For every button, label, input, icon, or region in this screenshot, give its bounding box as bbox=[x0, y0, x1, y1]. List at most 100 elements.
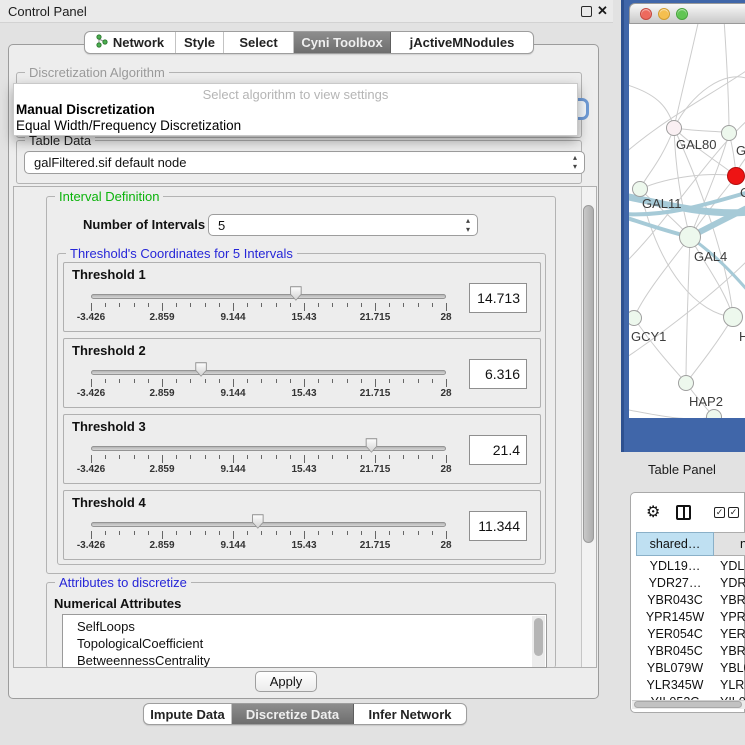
network-canvas[interactable]: GAL80GCGAL11GAL4GCY1HHAP2 bbox=[629, 24, 745, 418]
algorithm-option[interactable]: Manual Discretization bbox=[16, 102, 155, 117]
threshold-label: Threshold 4 bbox=[72, 495, 146, 510]
table-row[interactable]: YBL079WYBL0 bbox=[636, 661, 745, 678]
close-traffic-light-icon[interactable] bbox=[640, 8, 652, 20]
tab-label: Impute Data bbox=[150, 707, 224, 722]
gal11-node[interactable] bbox=[632, 181, 648, 197]
slider-tick-label: 2.859 bbox=[149, 540, 174, 551]
threshold-value-field[interactable]: 14.713 bbox=[469, 283, 527, 313]
slider-tick bbox=[119, 379, 120, 383]
slider-tick bbox=[176, 303, 177, 307]
slider-tick bbox=[105, 455, 106, 459]
table-cell: YDR27… bbox=[636, 576, 714, 590]
slider-tick bbox=[276, 379, 277, 383]
slider-tick bbox=[148, 303, 149, 307]
node-label: GAL80 bbox=[676, 137, 716, 152]
table-row[interactable]: YDL19…YDL1 bbox=[636, 559, 745, 576]
slider-tick-label: 2.859 bbox=[149, 388, 174, 399]
attributes-scrollbar-thumb[interactable] bbox=[534, 618, 543, 656]
table-row[interactable]: YER054CYER0 bbox=[636, 627, 745, 644]
slider-tick bbox=[261, 303, 262, 307]
slider-tick bbox=[375, 455, 376, 463]
slider-tick bbox=[91, 303, 92, 311]
slider-tick-label: 28 bbox=[440, 464, 451, 475]
red-node[interactable] bbox=[727, 167, 745, 185]
slider-track[interactable] bbox=[91, 522, 446, 527]
table-data-select[interactable]: galFiltered.sif default node ▴▾ bbox=[24, 151, 585, 174]
attribute-list-item[interactable]: TopologicalCoefficient bbox=[77, 636, 203, 651]
table-row[interactable]: YPR145WYPR1 bbox=[636, 610, 745, 627]
float-window-icon[interactable] bbox=[581, 6, 592, 17]
slider-track[interactable] bbox=[91, 370, 446, 375]
slider-tick bbox=[105, 379, 106, 383]
top-right-node[interactable] bbox=[721, 125, 737, 141]
table-hscrollbar-thumb[interactable] bbox=[634, 701, 742, 708]
slider-tick bbox=[247, 379, 248, 383]
slider-tick bbox=[375, 303, 376, 311]
table-column-header[interactable]: n bbox=[714, 532, 745, 556]
tab-label: jActiveMNodules bbox=[410, 35, 515, 50]
tab-discretize-data[interactable]: Discretize Data bbox=[232, 704, 354, 724]
slider-tick bbox=[219, 303, 220, 307]
table-row[interactable]: YBR045CYBR0 bbox=[636, 644, 745, 661]
slider-tick-label: 9.144 bbox=[220, 312, 245, 323]
right-node[interactable] bbox=[723, 307, 743, 327]
table-column-header[interactable]: shared… bbox=[636, 532, 714, 556]
slider-tick bbox=[347, 303, 348, 307]
attribute-list-item[interactable]: BetweennessCentrality bbox=[77, 653, 210, 668]
slider-tick bbox=[418, 531, 419, 535]
minimize-traffic-light-icon[interactable] bbox=[658, 8, 670, 20]
tab-impute-data[interactable]: Impute Data bbox=[144, 704, 232, 724]
tab-style[interactable]: Style bbox=[176, 32, 224, 53]
slider-tick bbox=[290, 379, 291, 383]
tab-cyni-toolbox[interactable]: Cyni Toolbox bbox=[294, 32, 391, 53]
tab-jactivemnodules[interactable]: jActiveMNodules bbox=[391, 32, 533, 53]
slider-tick bbox=[403, 379, 404, 383]
gal4-node[interactable] bbox=[679, 226, 701, 248]
bottom-node[interactable] bbox=[706, 409, 722, 418]
threshold-value-field[interactable]: 6.316 bbox=[469, 359, 527, 389]
table-row[interactable]: YBR043CYBR0 bbox=[636, 593, 745, 610]
interval-definition-label: Interval Definition bbox=[55, 189, 163, 204]
slider-tick bbox=[91, 455, 92, 463]
table-data-selected-value: galFiltered.sif default node bbox=[34, 155, 186, 170]
threshold-label: Threshold 1 bbox=[72, 267, 146, 282]
checkbox-icon[interactable]: ✓ bbox=[714, 507, 725, 518]
slider-tick bbox=[304, 455, 305, 463]
slider-tick bbox=[304, 379, 305, 387]
hap2-node[interactable] bbox=[678, 375, 694, 391]
zoom-traffic-light-icon[interactable] bbox=[676, 8, 688, 20]
slider-tick bbox=[247, 531, 248, 535]
slider-track[interactable] bbox=[91, 294, 446, 299]
apply-button[interactable]: Apply bbox=[255, 671, 317, 692]
slider-tick-label: 28 bbox=[440, 540, 451, 551]
table-row[interactable]: YDR27…YDR2 bbox=[636, 576, 745, 593]
tab-select[interactable]: Select bbox=[224, 32, 294, 53]
threshold-value-field[interactable]: 11.344 bbox=[469, 511, 527, 541]
slider-tick-label: 9.144 bbox=[220, 464, 245, 475]
tab-network[interactable]: Network bbox=[85, 32, 176, 53]
node-label: G bbox=[736, 143, 745, 158]
checkbox-icon[interactable]: ✓ bbox=[728, 507, 739, 518]
close-icon[interactable]: ✕ bbox=[597, 3, 608, 19]
split-columns-icon[interactable] bbox=[676, 505, 691, 520]
slider-track[interactable] bbox=[91, 446, 446, 451]
slider-tick bbox=[432, 455, 433, 459]
network-icon bbox=[96, 34, 108, 51]
table-row[interactable]: YLR345WYLR3 bbox=[636, 678, 745, 695]
slider-tick bbox=[361, 303, 362, 307]
algorithm-option[interactable]: Equal Width/Frequency Discretization bbox=[16, 118, 241, 133]
numerical-attributes-list[interactable]: SelfLoops TopologicalCoefficient Betweenne… bbox=[62, 614, 547, 668]
number-of-intervals-select[interactable]: 5 ▴▾ bbox=[208, 214, 478, 236]
node-label: H bbox=[739, 329, 745, 344]
slider-tick bbox=[347, 379, 348, 383]
attribute-list-item[interactable]: SelfLoops bbox=[77, 619, 135, 634]
slider-tick-label: -3.426 bbox=[77, 388, 105, 399]
slider-tick-label: -3.426 bbox=[77, 464, 105, 475]
settings-scrollbar-thumb[interactable] bbox=[583, 205, 594, 543]
slider-tick-label: 21.715 bbox=[360, 464, 391, 475]
attributes-scrollbar-track[interactable] bbox=[532, 616, 545, 668]
threshold-value-field[interactable]: 21.4 bbox=[469, 435, 527, 465]
gear-icon[interactable]: ⚙ bbox=[646, 502, 660, 522]
gal80-node[interactable] bbox=[666, 120, 682, 136]
tab-infer-network[interactable]: Infer Network bbox=[354, 704, 466, 724]
